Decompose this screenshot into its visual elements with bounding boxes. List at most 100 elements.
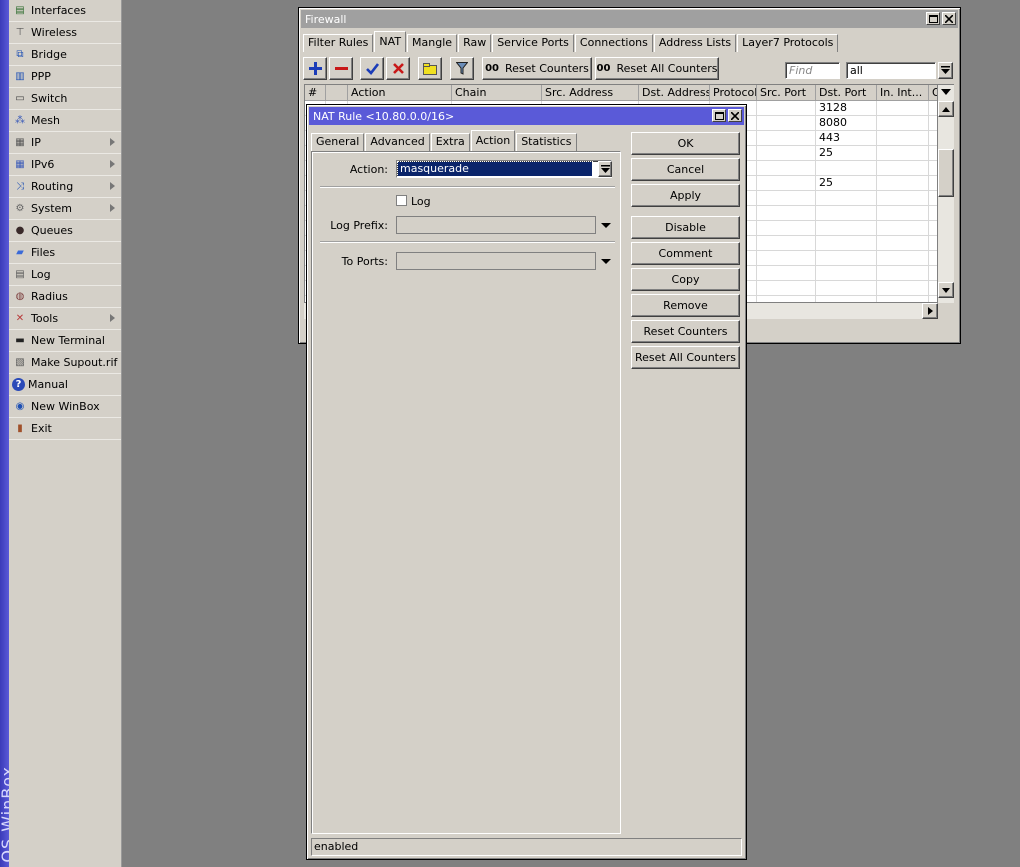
enable-button[interactable] (360, 57, 384, 80)
menu-item-routing[interactable]: ⤨ Routing (9, 176, 121, 198)
column-header[interactable]: Protocol (710, 85, 757, 101)
nat-rule-titlebar[interactable]: NAT Rule <10.80.0.0/16> (309, 107, 744, 125)
firewall-titlebar[interactable]: Firewall (301, 10, 958, 28)
scroll-down-button[interactable] (938, 282, 954, 298)
column-header[interactable]: Dst. Address (639, 85, 710, 101)
brand-strip: OS WinBox (0, 0, 9, 867)
action-select[interactable]: masquerade (396, 160, 612, 178)
menu-item-bridge[interactable]: ⧉ Bridge (9, 44, 121, 66)
column-header[interactable]: O (929, 85, 937, 101)
disable-button[interactable] (386, 57, 410, 80)
menu-item-files[interactable]: ▰ Files (9, 242, 121, 264)
tab-raw[interactable]: Raw (458, 34, 492, 52)
menu-item-exit[interactable]: ▮ Exit (9, 418, 121, 440)
close-button[interactable] (728, 109, 742, 122)
ok-button[interactable]: OK (631, 132, 740, 155)
tab-service-ports[interactable]: Service Ports (492, 34, 574, 52)
scroll-up-button[interactable] (938, 101, 954, 117)
menu-item-system[interactable]: ⚙ System (9, 198, 121, 220)
reset-all-counters-button[interactable]: 00 Reset All Counters (595, 57, 719, 80)
maximize-button[interactable] (926, 12, 940, 25)
add-button[interactable] (303, 57, 327, 80)
tab-advanced[interactable]: Advanced (365, 133, 430, 151)
tab-nat[interactable]: NAT (374, 31, 407, 52)
column-header[interactable]: Action (348, 85, 452, 101)
find-input[interactable]: Find (785, 62, 840, 79)
menu-item-label: Mesh (31, 114, 60, 127)
column-header[interactable]: Src. Address (542, 85, 639, 101)
to-ports-dropdown-icon[interactable] (601, 259, 611, 264)
column-header[interactable] (326, 85, 348, 101)
menu-item-interfaces[interactable]: ▤ Interfaces (9, 0, 121, 22)
to-ports-label: To Ports: (341, 255, 388, 268)
cancel-button[interactable]: Cancel (631, 158, 740, 181)
scroll-thumb[interactable] (938, 149, 954, 197)
column-header[interactable]: Dst. Port (816, 85, 877, 101)
tab-filter-rules[interactable]: Filter Rules (303, 34, 374, 52)
tools-icon: ✕ (15, 313, 25, 324)
tab-layer7-protocols[interactable]: Layer7 Protocols (737, 34, 839, 52)
maximize-button[interactable] (712, 109, 726, 122)
remove-button[interactable] (329, 57, 353, 80)
tab-action[interactable]: Action (470, 130, 516, 151)
menu-item-new-winbox[interactable]: ◉ New WinBox (9, 396, 121, 418)
column-header[interactable]: Chain (452, 85, 542, 101)
apply-button[interactable]: Apply (631, 184, 740, 207)
menu-item-label: PPP (31, 70, 51, 83)
filter-select[interactable]: all (846, 62, 936, 79)
action-value: masquerade (397, 161, 593, 177)
menu-item-label: New WinBox (31, 400, 100, 413)
menu-item-label: Bridge (31, 48, 67, 61)
reset-counters-button[interactable]: 00 Reset Counters (482, 57, 592, 80)
log-prefix-input[interactable] (396, 216, 596, 234)
copy-button[interactable]: Copy (631, 268, 740, 291)
filter-button[interactable] (450, 57, 474, 80)
menu-item-make-supout-rif[interactable]: ▧ Make Supout.rif (9, 352, 121, 374)
menu-item-label: New Terminal (31, 334, 105, 347)
menu-item-switch[interactable]: ▭ Switch (9, 88, 121, 110)
menu-item-radius[interactable]: ◍ Radius (9, 286, 121, 308)
reset-all-counters-button[interactable]: Reset All Counters (631, 346, 740, 369)
menu-item-new-terminal[interactable]: ▬ New Terminal (9, 330, 121, 352)
reset-counters-button[interactable]: Reset Counters (631, 320, 740, 343)
menu-item-label: Radius (31, 290, 68, 303)
column-header[interactable]: Src. Port (757, 85, 816, 101)
menu-item-log[interactable]: ▤ Log (9, 264, 121, 286)
tab-statistics[interactable]: Statistics (516, 133, 577, 151)
to-ports-input[interactable] (396, 252, 596, 270)
comment-button[interactable] (418, 57, 442, 80)
tab-connections[interactable]: Connections (574, 34, 653, 52)
menu-item-ip[interactable]: ▦ IP (9, 132, 121, 154)
scroll-right-button[interactable] (922, 303, 938, 319)
tab-general[interactable]: General (311, 133, 365, 151)
interfaces-icon: ▤ (15, 5, 25, 16)
menu-item-ipv6[interactable]: ▦ IPv6 (9, 154, 121, 176)
menu-item-label: System (31, 202, 73, 215)
filter-dropdown-button[interactable] (938, 62, 953, 79)
submenu-arrow-icon (110, 314, 115, 322)
tab-extra[interactable]: Extra (430, 133, 470, 151)
log-checkbox[interactable] (396, 195, 407, 206)
log-prefix-label: Log Prefix: (330, 219, 388, 232)
menu-item-queues[interactable]: ● Queues (9, 220, 121, 242)
action-dropdown-button[interactable] (598, 161, 612, 177)
disable-button[interactable]: Disable (631, 216, 740, 239)
side-menu: ▤ Interfaces ⊤ Wireless ⧉ Bridge ▥ PPP ▭ Switch ⁂ M… (9, 0, 122, 867)
ip-icon: ▦ (15, 137, 25, 148)
menu-item-tools[interactable]: ✕ Tools (9, 308, 121, 330)
log-prefix-dropdown-icon[interactable] (601, 223, 611, 228)
remove-button[interactable]: Remove (631, 294, 740, 317)
menu-item-wireless[interactable]: ⊤ Wireless (9, 22, 121, 44)
counter-icon: 00 (596, 63, 611, 74)
close-button[interactable] (942, 12, 956, 25)
comment-button[interactable]: Comment (631, 242, 740, 265)
tab-mangle[interactable]: Mangle (407, 34, 458, 52)
column-header[interactable]: # (305, 85, 326, 101)
menu-item-manual[interactable]: ? Manual (9, 374, 121, 396)
tab-address-lists[interactable]: Address Lists (653, 34, 737, 52)
menu-item-mesh[interactable]: ⁂ Mesh (9, 110, 121, 132)
column-menu-icon[interactable] (941, 89, 951, 95)
menu-item-ppp[interactable]: ▥ PPP (9, 66, 121, 88)
vertical-scrollbar[interactable] (938, 84, 954, 303)
column-header[interactable]: In. Int... (877, 85, 929, 101)
